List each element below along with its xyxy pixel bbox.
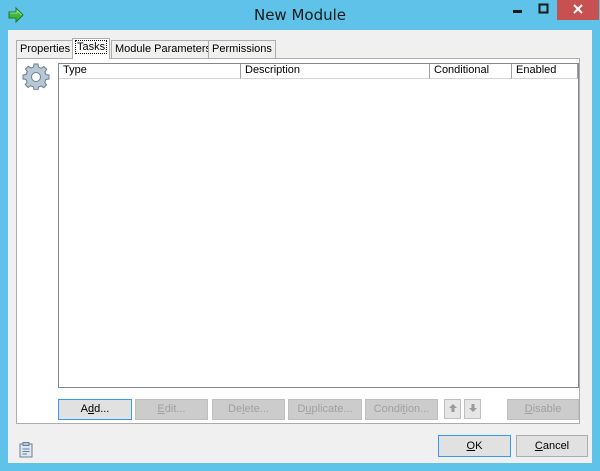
dialog-body: Properties Tasks Module Parameters Permi…	[8, 30, 592, 463]
move-up-button[interactable]	[444, 399, 461, 419]
label-part: dit...	[164, 403, 186, 415]
add-button[interactable]: Add...	[58, 399, 132, 420]
column-header-description[interactable]: Description	[241, 64, 430, 79]
label-part: ete...	[244, 403, 269, 415]
tab-label: Properties	[20, 43, 71, 55]
duplicate-button[interactable]: Duplicate...	[288, 399, 362, 420]
tab-label: Module Parameters	[115, 43, 211, 55]
down-arrow-icon	[468, 403, 478, 416]
move-down-button[interactable]	[464, 399, 481, 419]
title-bar[interactable]: New Module	[0, 0, 600, 30]
tab-label: Tasks	[74, 40, 108, 54]
close-icon	[572, 3, 584, 18]
tasks-tab-panel: Type Description Conditional Enabled Add…	[16, 58, 580, 424]
label-part: Condi	[373, 403, 403, 415]
dialog-window: New Module Properties Tasks Module Param…	[0, 0, 600, 471]
mnemonic: C	[534, 440, 543, 452]
tab-tasks[interactable]: Tasks	[72, 38, 111, 59]
tasks-list[interactable]: Type Description Conditional Enabled	[58, 63, 579, 388]
minimize-icon	[512, 4, 524, 17]
maximize-icon	[538, 3, 550, 17]
label-part: isable	[532, 403, 562, 415]
label-part: K	[475, 440, 483, 452]
list-header: Type Description Conditional Enabled	[59, 64, 578, 79]
tab-label: Permissions	[212, 43, 272, 55]
tab-module-parameters[interactable]: Module Parameters	[111, 40, 215, 58]
label-part: ion...	[405, 403, 430, 415]
column-header-enabled[interactable]: Enabled	[512, 64, 578, 79]
edit-button[interactable]: Edit...	[135, 399, 208, 420]
mnemonic: D	[524, 403, 533, 415]
tab-properties[interactable]: Properties	[16, 40, 75, 58]
clipboard-icon[interactable]	[17, 441, 35, 459]
tab-permissions[interactable]: Permissions	[208, 40, 276, 58]
mnemonic: E	[157, 403, 165, 415]
maximize-button[interactable]	[531, 0, 557, 20]
label-part: A	[80, 403, 88, 415]
label-part: De	[228, 403, 243, 415]
ok-button[interactable]: OK	[438, 435, 511, 457]
cancel-button[interactable]: Cancel	[516, 435, 588, 457]
condition-button[interactable]: Condition...	[365, 399, 438, 420]
column-header-type[interactable]: Type	[59, 64, 241, 79]
close-button[interactable]	[557, 0, 599, 20]
mnemonic: O	[466, 440, 476, 452]
gear-icon	[22, 62, 50, 91]
minimize-button[interactable]	[504, 0, 531, 20]
label-part: plicate...	[311, 403, 353, 415]
label-part: ancel	[542, 440, 570, 452]
up-arrow-icon	[448, 403, 458, 416]
disable-button[interactable]: Disable	[507, 399, 579, 420]
delete-button[interactable]: Delete...	[212, 399, 285, 420]
label-part: d...	[94, 403, 110, 415]
column-header-conditional[interactable]: Conditional	[430, 64, 512, 79]
